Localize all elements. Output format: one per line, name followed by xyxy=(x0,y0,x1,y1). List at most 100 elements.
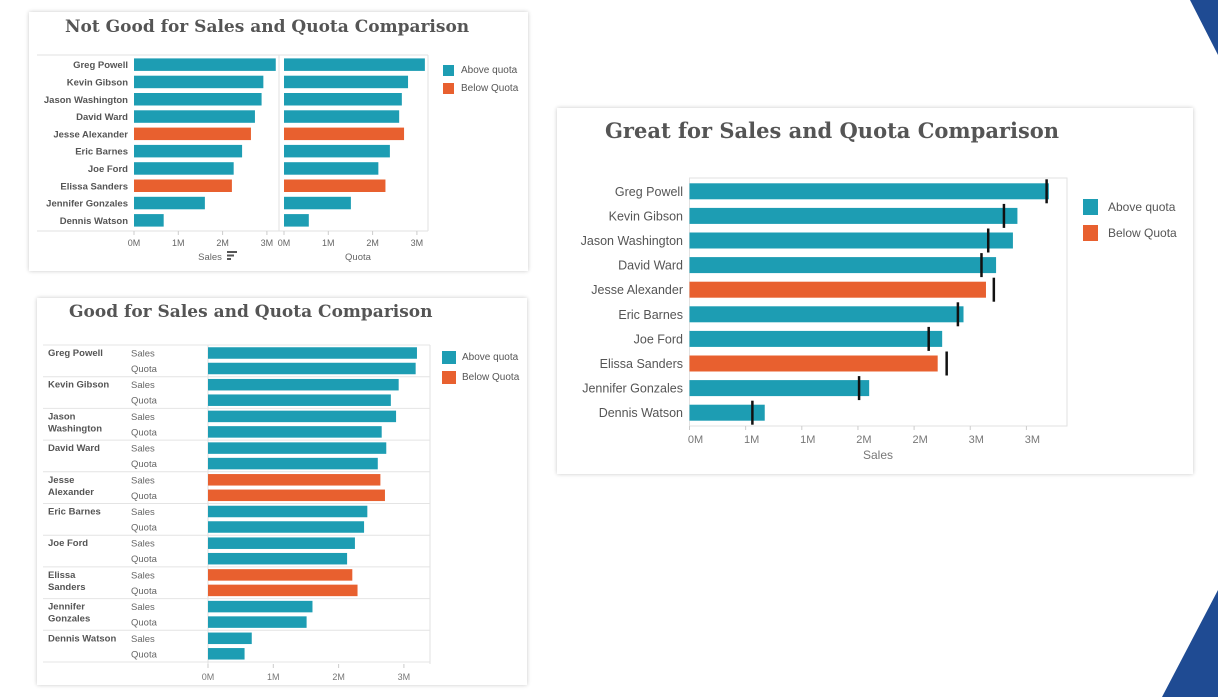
sales-bar xyxy=(208,410,397,423)
category-label: Jennifer xyxy=(48,602,85,613)
category-label: Greg Powell xyxy=(615,185,683,199)
category-label: Jason xyxy=(48,411,76,422)
sales-bar xyxy=(208,474,381,486)
measure-label: Quota xyxy=(131,491,158,502)
axis-tick-label: 1M xyxy=(800,434,815,446)
axis-tick-label: 3M xyxy=(1025,434,1040,446)
sort-descending-icon xyxy=(227,251,237,253)
axis-title: Sales xyxy=(863,448,893,462)
quota-bar xyxy=(208,521,365,533)
category-label: Elissa xyxy=(48,570,76,581)
axis-tick-label: 1M xyxy=(267,672,280,682)
category-label: Elissa Sanders xyxy=(60,181,128,192)
axis-tick-label: 0M xyxy=(688,434,703,446)
sales-bar xyxy=(208,632,252,645)
axis-tick-label: 2M xyxy=(366,238,379,248)
sales-bar xyxy=(208,505,368,518)
category-label: Kevin Gibson xyxy=(48,380,109,391)
measure-label: Sales xyxy=(131,634,155,645)
quota-bar xyxy=(208,552,348,565)
measure-label: Quota xyxy=(131,459,158,470)
measure-label: Quota xyxy=(131,427,158,438)
category-label: Jason Washington xyxy=(581,234,683,248)
sales-bar xyxy=(208,600,313,613)
quota-bar xyxy=(208,489,385,502)
measure-label: Sales xyxy=(131,349,155,360)
legend-swatch-above xyxy=(443,64,454,76)
sales-bar xyxy=(134,162,234,175)
legend-label-below: Below Quota xyxy=(462,371,520,383)
category-label: Joe Ford xyxy=(88,164,128,175)
axis-tick-label: 3M xyxy=(261,238,274,248)
axis-tick-label: 1M xyxy=(322,238,335,248)
measure-label: Sales xyxy=(131,507,155,518)
legend-item-below[interactable]: Below Quota xyxy=(443,79,518,97)
sales-bar xyxy=(134,179,232,192)
legend-label-above: Above quota xyxy=(461,64,518,76)
axis-tick-label: 0M xyxy=(202,672,215,682)
quota-bar xyxy=(284,179,386,192)
quota-bar xyxy=(208,362,416,375)
corner-decoration-bottom xyxy=(1162,590,1218,697)
measure-label: Sales xyxy=(131,444,155,455)
category-label: Greg Powell xyxy=(73,60,128,71)
sales-bar xyxy=(134,110,255,123)
sales-axis-title: Sales xyxy=(198,252,222,263)
sales-bar xyxy=(208,537,355,549)
legend-item-below[interactable]: Below Quota xyxy=(1083,220,1177,246)
category-label: Dennis Watson xyxy=(60,216,128,227)
quota-axis-title: Quota xyxy=(345,252,372,263)
sales-bar xyxy=(689,355,938,372)
measure-label: Sales xyxy=(131,570,155,581)
category-label: Jennifer Gonzales xyxy=(46,199,128,210)
quota-bar xyxy=(284,196,351,210)
sales-bar xyxy=(134,58,276,71)
category-label: Jesse Alexander xyxy=(53,129,128,140)
sales-bar xyxy=(689,281,986,298)
legend-swatch-below xyxy=(443,82,454,94)
sales-bar xyxy=(134,127,251,141)
legend-swatch-below xyxy=(442,370,456,384)
legend-item-above[interactable]: Above quota xyxy=(1083,194,1177,220)
legend-item-below[interactable]: Below Quota xyxy=(442,367,519,387)
sales-bar xyxy=(689,207,1018,224)
axis-tick-label: 3M xyxy=(411,238,424,248)
axis-tick-label: 1M xyxy=(172,238,185,248)
measure-label: Quota xyxy=(131,554,158,565)
sales-bar xyxy=(134,93,262,106)
legend-item-above[interactable]: Above quota xyxy=(443,61,518,79)
category-label: Sanders xyxy=(48,582,86,593)
measure-label: Quota xyxy=(131,618,158,629)
sales-bar xyxy=(689,330,943,347)
sales-bar xyxy=(208,569,353,581)
quota-bar xyxy=(284,144,390,158)
category-label: Gonzales xyxy=(48,614,90,625)
category-label: Washington xyxy=(48,423,102,434)
quota-bar xyxy=(284,93,402,106)
sort-descending-icon xyxy=(227,254,234,257)
category-label: Jesse xyxy=(48,475,74,486)
legend-item-above[interactable]: Above quota xyxy=(442,347,519,367)
sales-bar xyxy=(134,196,205,210)
category-label: David Ward xyxy=(76,112,128,123)
axis-tick-label: 0M xyxy=(278,238,291,248)
quota-bar xyxy=(284,214,309,227)
axis-tick-label: 2M xyxy=(332,672,345,682)
quota-bar xyxy=(208,584,358,597)
category-label: Joe Ford xyxy=(48,538,88,549)
measure-label: Quota xyxy=(131,396,158,407)
category-label: Joe Ford xyxy=(634,332,683,346)
quota-bar xyxy=(284,58,425,71)
measure-label: Quota xyxy=(131,649,158,660)
quota-bar xyxy=(284,110,400,123)
legend-swatch-above xyxy=(1083,199,1098,215)
measure-label: Quota xyxy=(131,523,158,534)
axis-tick-label: 0M xyxy=(128,238,141,248)
sales-bar xyxy=(208,442,387,454)
legend-swatch-below xyxy=(1083,225,1098,241)
category-label: Dennis Watson xyxy=(48,633,116,644)
category-label: David Ward xyxy=(48,443,100,454)
category-label: Elissa Sanders xyxy=(600,357,683,371)
legend-label-below: Below Quota xyxy=(1108,226,1177,240)
legend: Above quota Below Quota xyxy=(1083,194,1177,246)
